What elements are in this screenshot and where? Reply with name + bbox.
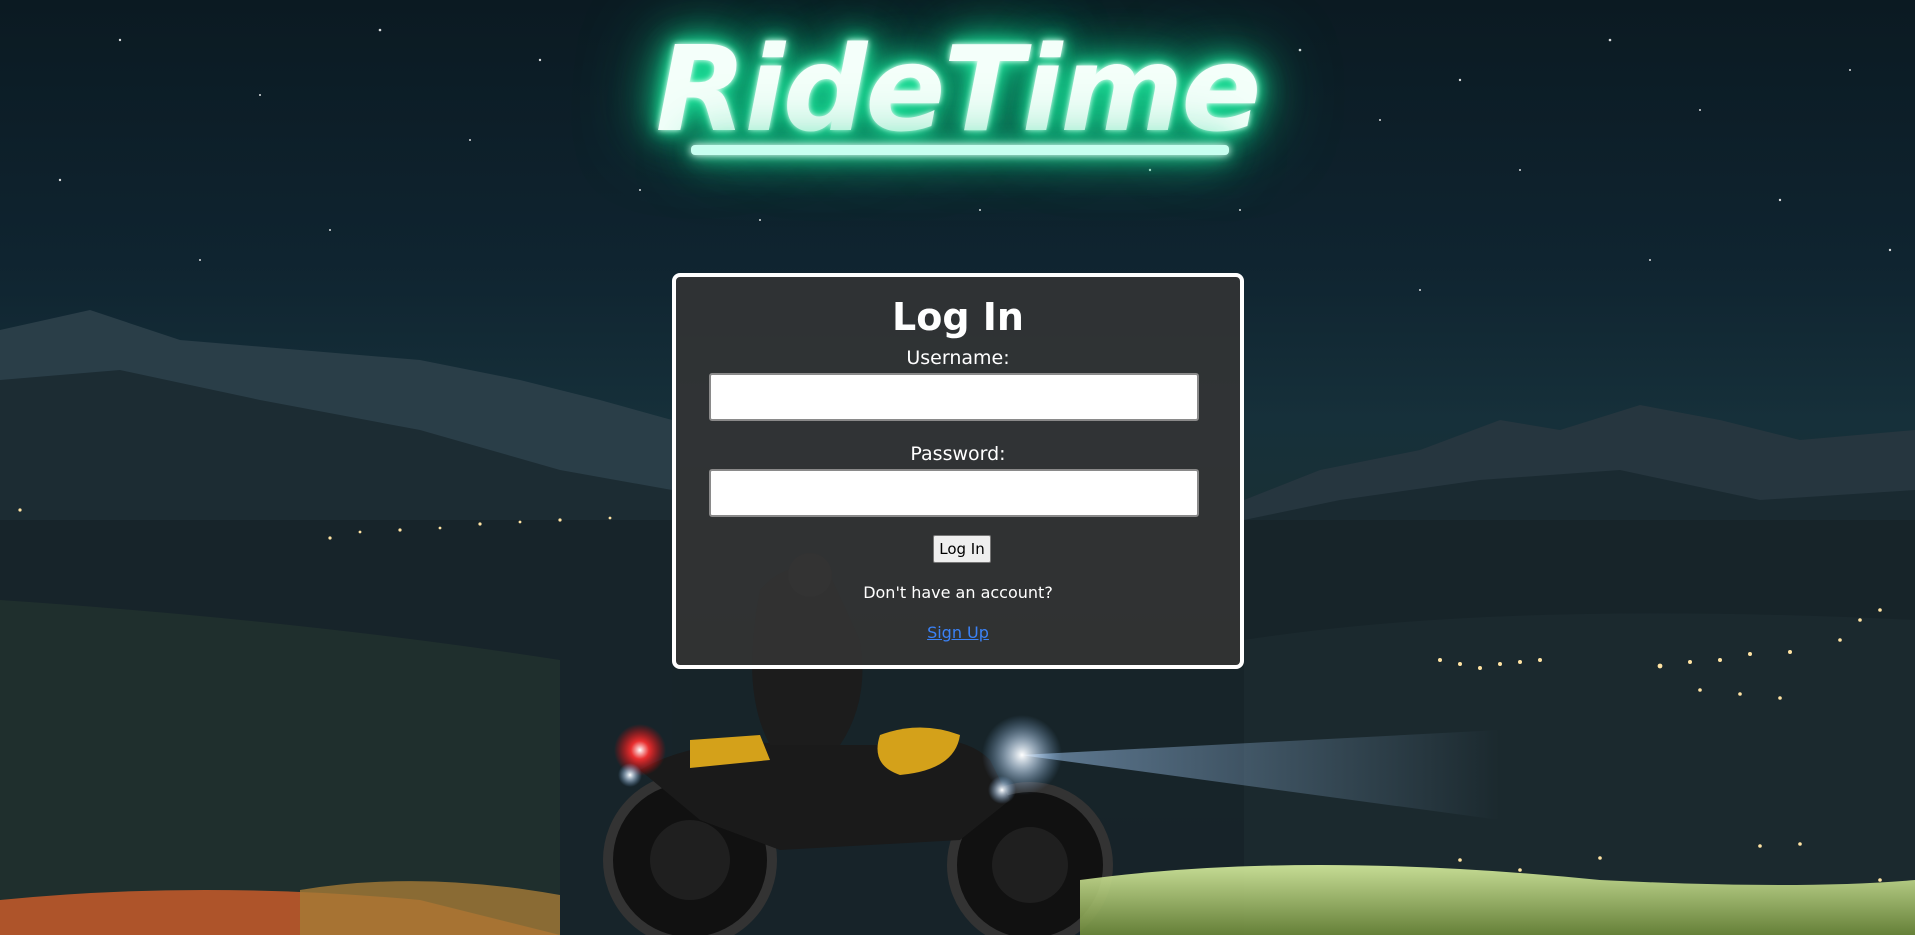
signup-link[interactable]: Sign Up <box>676 623 1240 642</box>
login-title: Log In <box>892 295 1024 339</box>
login-button[interactable]: Log In <box>933 535 991 563</box>
username-label: Username: <box>906 347 1010 369</box>
username-input[interactable] <box>709 373 1199 421</box>
ridetime-logo: RideTime <box>655 20 1262 158</box>
password-input[interactable] <box>709 469 1199 517</box>
login-panel: Log In Username: Password: Log In Don't … <box>672 273 1244 669</box>
logo-underline <box>691 145 1229 155</box>
password-label: Password: <box>910 443 1006 465</box>
no-account-text: Don't have an account? <box>863 583 1053 602</box>
